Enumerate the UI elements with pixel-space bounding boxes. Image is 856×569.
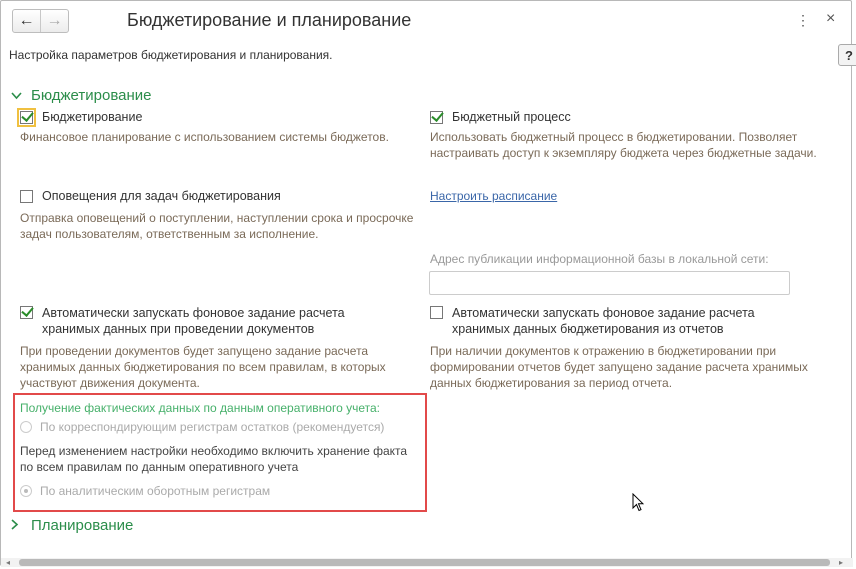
budgeting-note: Финансовое планирование с использованием…	[20, 130, 389, 144]
budget-process-row[interactable]: Бюджетный процесс	[430, 109, 571, 125]
auto-start-reports-label: Автоматически запускать фоновое задание …	[452, 306, 755, 336]
auto-start-docs-checkbox[interactable]	[20, 306, 33, 319]
budgeting-checkbox[interactable]	[17, 107, 36, 127]
budgeting-checkbox-row[interactable]: Бюджетирование	[17, 107, 143, 127]
settings-window: ← → Бюджетирование и планирование ⋮ × На…	[0, 0, 856, 567]
section-budgeting-title: Бюджетирование	[31, 87, 152, 104]
actual-data-warning: Перед изменением настройки необходимо вк…	[20, 444, 408, 474]
budgeting-label: Бюджетирование	[42, 110, 143, 124]
close-button[interactable]: ×	[826, 10, 835, 28]
publication-address-input[interactable]	[429, 271, 790, 295]
vertical-dots-icon: ⋮	[796, 12, 810, 28]
radio-correspondent-circle[interactable]	[20, 421, 32, 433]
auto-start-reports-row[interactable]: Автоматически запускать фоновое задание …	[430, 305, 787, 337]
radio-analytic-registers[interactable]: По аналитическим оборотным регистрам	[20, 484, 270, 498]
radio-analytic-circle[interactable]	[20, 485, 32, 497]
close-icon: ×	[826, 10, 836, 27]
budget-process-note: Использовать бюджетный процесс в бюджети…	[430, 130, 817, 160]
budget-process-label: Бюджетный процесс	[452, 110, 571, 124]
radio-correspondent-registers[interactable]: По корреспондирующим регистрам остатков …	[20, 420, 384, 434]
task-notifications-checkbox[interactable]	[20, 189, 33, 203]
arrow-right-icon: →	[46, 12, 63, 29]
publication-address-label: Адрес публикации информационной базы в л…	[430, 252, 769, 266]
section-budgeting-header[interactable]: Бюджетирование	[11, 87, 151, 104]
scroll-right-icon[interactable]: ▸	[839, 558, 843, 567]
actual-data-title: Получение фактических данных по данным о…	[20, 401, 380, 415]
horizontal-scrollbar[interactable]: ◂ ▸	[1, 558, 853, 567]
task-notifications-label: Оповещения для задач бюджетирования	[42, 189, 281, 203]
scroll-left-icon[interactable]: ◂	[6, 558, 10, 567]
task-notifications-note: Отправка оповещений о поступлении, насту…	[20, 211, 414, 241]
radio-analytic-label: По аналитическим оборотным регистрам	[40, 484, 271, 498]
auto-start-reports-checkbox[interactable]	[430, 306, 443, 319]
budget-process-checkbox[interactable]	[430, 110, 443, 124]
task-notifications-row[interactable]: Оповещения для задач бюджетирования	[20, 188, 281, 204]
auto-start-docs-row[interactable]: Автоматически запускать фоновое задание …	[20, 305, 377, 337]
back-button[interactable]: ←	[13, 10, 41, 32]
auto-start-reports-note: При наличии документов к отражению в бюд…	[430, 344, 808, 390]
help-button[interactable]: ?	[838, 44, 856, 66]
scrollbar-thumb[interactable]	[19, 559, 830, 566]
auto-start-docs-note: При проведении документов будет запущено…	[20, 344, 386, 390]
page-description: Настройка параметров бюджетирования и пл…	[9, 48, 333, 62]
auto-start-docs-label: Автоматически запускать фоновое задание …	[42, 306, 345, 336]
arrow-left-icon: ←	[18, 12, 35, 29]
mouse-cursor-icon	[632, 492, 645, 517]
schedule-link[interactable]: Настроить расписание	[430, 189, 557, 203]
forward-button[interactable]: →	[41, 10, 68, 32]
radio-correspondent-label: По корреспондирующим регистрам остатков …	[40, 420, 385, 434]
more-menu-button[interactable]: ⋮	[796, 12, 810, 29]
window-title: Бюджетирование и планирование	[127, 10, 412, 30]
chevron-right-icon	[11, 518, 25, 533]
section-planning-header[interactable]: Планирование	[11, 517, 133, 534]
chevron-down-icon	[11, 88, 25, 103]
navigation-buttons: ← →	[12, 9, 69, 33]
section-planning-title: Планирование	[31, 517, 134, 534]
